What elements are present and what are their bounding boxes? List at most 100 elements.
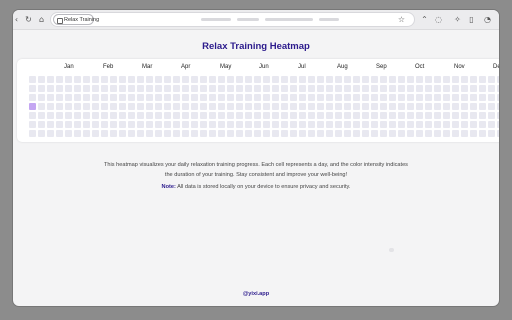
heatmap-cell[interactable] bbox=[200, 130, 207, 137]
heatmap-cell[interactable] bbox=[398, 76, 405, 83]
heatmap-cell[interactable] bbox=[353, 85, 360, 92]
heatmap-cell[interactable] bbox=[164, 121, 171, 128]
heatmap-cell[interactable] bbox=[245, 103, 252, 110]
heatmap-cell[interactable] bbox=[173, 85, 180, 92]
heatmap-cell[interactable] bbox=[308, 121, 315, 128]
heatmap-cell[interactable] bbox=[290, 94, 297, 101]
heatmap-cell[interactable] bbox=[119, 94, 126, 101]
heatmap-cell[interactable] bbox=[371, 76, 378, 83]
heatmap-cell[interactable] bbox=[425, 112, 432, 119]
heatmap-cell[interactable] bbox=[254, 85, 261, 92]
heatmap-cell[interactable] bbox=[128, 112, 135, 119]
heatmap-cell[interactable] bbox=[263, 112, 270, 119]
heatmap-cell[interactable] bbox=[407, 130, 414, 137]
heatmap-cell[interactable] bbox=[362, 112, 369, 119]
heatmap-cell[interactable] bbox=[227, 94, 234, 101]
heatmap-cell[interactable] bbox=[200, 76, 207, 83]
heatmap-cell[interactable] bbox=[344, 76, 351, 83]
heatmap-cell[interactable] bbox=[218, 121, 225, 128]
heatmap-cell[interactable] bbox=[326, 76, 333, 83]
heatmap-cell[interactable] bbox=[344, 85, 351, 92]
heatmap-cell[interactable] bbox=[191, 130, 198, 137]
heatmap-cell[interactable] bbox=[497, 76, 499, 83]
heatmap-cell[interactable] bbox=[245, 112, 252, 119]
heatmap-cell[interactable] bbox=[479, 112, 486, 119]
heatmap-cell[interactable] bbox=[236, 130, 243, 137]
heatmap-cell[interactable] bbox=[128, 130, 135, 137]
heatmap-cell[interactable] bbox=[326, 103, 333, 110]
heatmap-cell[interactable] bbox=[218, 130, 225, 137]
heatmap-cell[interactable] bbox=[317, 85, 324, 92]
heatmap-cell[interactable] bbox=[452, 121, 459, 128]
heatmap-cell[interactable] bbox=[263, 130, 270, 137]
heatmap-cell[interactable] bbox=[146, 112, 153, 119]
heatmap-cell[interactable] bbox=[47, 130, 54, 137]
heatmap-cell[interactable] bbox=[137, 121, 144, 128]
heatmap-cell[interactable] bbox=[119, 121, 126, 128]
heatmap-cell[interactable] bbox=[398, 94, 405, 101]
heatmap-cell[interactable] bbox=[83, 76, 90, 83]
heatmap-cell[interactable] bbox=[191, 103, 198, 110]
heatmap-cell[interactable] bbox=[416, 103, 423, 110]
heatmap-cell[interactable] bbox=[74, 94, 81, 101]
heatmap-cell[interactable] bbox=[479, 130, 486, 137]
bookmark-star-icon[interactable]: ☆ bbox=[396, 14, 407, 25]
heatmap-cell[interactable] bbox=[65, 103, 72, 110]
heatmap-cell[interactable] bbox=[101, 76, 108, 83]
heatmap-cell[interactable] bbox=[272, 103, 279, 110]
heatmap-cell[interactable] bbox=[362, 94, 369, 101]
heatmap-cell[interactable] bbox=[416, 121, 423, 128]
heatmap-cell[interactable] bbox=[272, 121, 279, 128]
address-bar[interactable]: Relax Training ☆ bbox=[51, 13, 414, 26]
extension-icon[interactable]: ⌃ bbox=[419, 14, 430, 25]
heatmap-cell[interactable] bbox=[326, 130, 333, 137]
heatmap-cell[interactable] bbox=[443, 103, 450, 110]
heatmap-cell[interactable] bbox=[461, 130, 468, 137]
heatmap-cell[interactable] bbox=[362, 130, 369, 137]
heatmap-cell[interactable] bbox=[155, 94, 162, 101]
heatmap-cell[interactable] bbox=[497, 112, 499, 119]
heatmap-cell[interactable] bbox=[236, 103, 243, 110]
heatmap-cell[interactable] bbox=[182, 103, 189, 110]
heatmap-cell[interactable] bbox=[236, 85, 243, 92]
heatmap-cell[interactable] bbox=[326, 112, 333, 119]
heatmap-cell[interactable] bbox=[488, 76, 495, 83]
heatmap-cell[interactable] bbox=[128, 103, 135, 110]
heatmap-cell[interactable] bbox=[362, 121, 369, 128]
heatmap-cell[interactable] bbox=[452, 85, 459, 92]
heatmap-cell[interactable] bbox=[353, 121, 360, 128]
heatmap-cell[interactable] bbox=[128, 121, 135, 128]
heatmap-cell[interactable] bbox=[38, 130, 45, 137]
heatmap-cell[interactable] bbox=[191, 85, 198, 92]
heatmap-cell[interactable] bbox=[299, 76, 306, 83]
heatmap-cell[interactable] bbox=[74, 85, 81, 92]
heatmap-cell[interactable] bbox=[443, 121, 450, 128]
heatmap-cell[interactable] bbox=[254, 112, 261, 119]
heatmap-cell[interactable] bbox=[272, 94, 279, 101]
heatmap-cell[interactable] bbox=[200, 121, 207, 128]
heatmap-cell[interactable] bbox=[254, 94, 261, 101]
heatmap-cell[interactable] bbox=[407, 94, 414, 101]
heatmap-cell[interactable] bbox=[344, 94, 351, 101]
heatmap-cell[interactable] bbox=[461, 85, 468, 92]
heatmap-cell[interactable] bbox=[56, 94, 63, 101]
heatmap-cell[interactable] bbox=[380, 85, 387, 92]
heatmap-cell[interactable] bbox=[227, 76, 234, 83]
heatmap-cell[interactable] bbox=[281, 94, 288, 101]
heatmap-cell[interactable] bbox=[488, 85, 495, 92]
heatmap-cell[interactable] bbox=[92, 103, 99, 110]
heatmap-cell[interactable] bbox=[434, 103, 441, 110]
heatmap-cell[interactable] bbox=[479, 76, 486, 83]
heatmap-cell[interactable] bbox=[425, 76, 432, 83]
heatmap-cell[interactable] bbox=[380, 112, 387, 119]
heatmap-cell[interactable] bbox=[236, 94, 243, 101]
heatmap-cell[interactable] bbox=[353, 76, 360, 83]
heatmap-cell[interactable] bbox=[209, 85, 216, 92]
heatmap-cell[interactable] bbox=[56, 76, 63, 83]
heatmap-cell[interactable] bbox=[173, 76, 180, 83]
heatmap-cell[interactable] bbox=[101, 85, 108, 92]
heatmap-cell[interactable] bbox=[443, 130, 450, 137]
heatmap-cell[interactable] bbox=[119, 76, 126, 83]
heatmap-cell[interactable] bbox=[461, 121, 468, 128]
heatmap-cell[interactable] bbox=[443, 112, 450, 119]
